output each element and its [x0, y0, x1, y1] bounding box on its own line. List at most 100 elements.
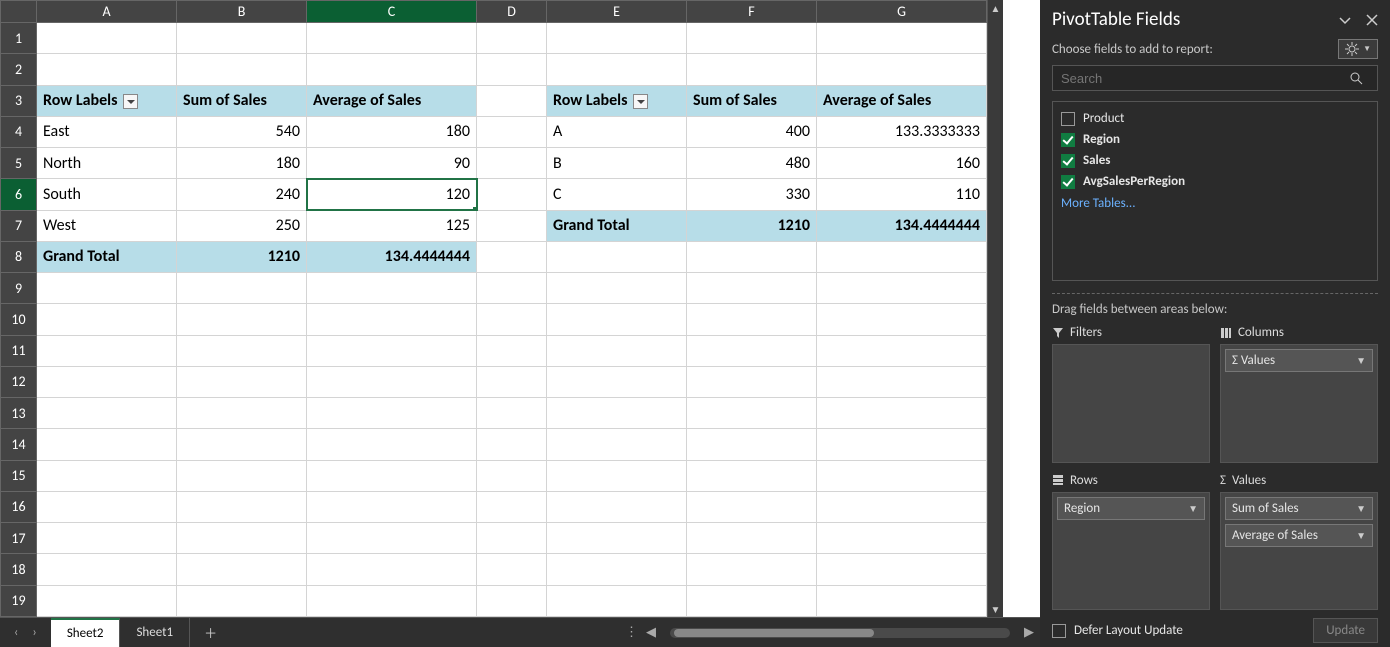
cell-B16[interactable]	[177, 491, 307, 522]
cell-F18[interactable]	[687, 554, 817, 585]
cell-F15[interactable]	[687, 460, 817, 491]
cell-G12[interactable]	[817, 366, 987, 397]
cell-E19[interactable]	[547, 585, 687, 617]
cell-A1[interactable]	[37, 23, 177, 54]
row-header-11[interactable]: 11	[1, 335, 37, 366]
scroll-up-icon[interactable]: ▲	[988, 0, 1003, 16]
cell-D1[interactable]	[477, 23, 547, 54]
cell-E1[interactable]	[547, 23, 687, 54]
cell-D14[interactable]	[477, 429, 547, 460]
cell-A2[interactable]	[37, 54, 177, 85]
cell-D13[interactable]	[477, 398, 547, 429]
cell-F4[interactable]: 400	[687, 116, 817, 147]
select-all-corner[interactable]	[1, 1, 37, 23]
cell-E10[interactable]	[547, 304, 687, 335]
cell-G13[interactable]	[817, 398, 987, 429]
cell-A10[interactable]	[37, 304, 177, 335]
cell-B19[interactable]	[177, 585, 307, 617]
cell-F13[interactable]	[687, 398, 817, 429]
cell-B3[interactable]: Sum of Sales	[177, 85, 307, 116]
cell-G19[interactable]	[817, 585, 987, 617]
cell-G6[interactable]: 110	[817, 179, 987, 210]
area-rows-box[interactable]: Region▼	[1052, 492, 1210, 611]
cell-A13[interactable]	[37, 398, 177, 429]
cell-A11[interactable]	[37, 335, 177, 366]
cell-F12[interactable]	[687, 366, 817, 397]
cell-G14[interactable]	[817, 429, 987, 460]
cell-D19[interactable]	[477, 585, 547, 617]
cell-D17[interactable]	[477, 523, 547, 554]
cell-G3[interactable]: Average of Sales	[817, 85, 987, 116]
cell-A19[interactable]	[37, 585, 177, 617]
cell-B5[interactable]: 180	[177, 148, 307, 179]
cell-B12[interactable]	[177, 366, 307, 397]
cell-E6[interactable]: C	[547, 179, 687, 210]
cell-A17[interactable]	[37, 523, 177, 554]
cell-B17[interactable]	[177, 523, 307, 554]
scroll-down-icon[interactable]: ▼	[988, 601, 1003, 617]
cell-D15[interactable]	[477, 460, 547, 491]
row-header-6[interactable]: 6	[1, 179, 37, 210]
add-sheet-button[interactable]: ＋	[190, 618, 231, 647]
cell-D11[interactable]	[477, 335, 547, 366]
row-header-17[interactable]: 17	[1, 523, 37, 554]
tab-split-handle-icon[interactable]: ⋮	[625, 625, 638, 640]
sheet-tab-active[interactable]: Sheet2	[51, 618, 121, 647]
cell-A9[interactable]	[37, 273, 177, 304]
cell-D7[interactable]	[477, 210, 547, 241]
cell-G18[interactable]	[817, 554, 987, 585]
defer-checkbox[interactable]	[1052, 624, 1066, 638]
cell-C3[interactable]: Average of Sales	[307, 85, 477, 116]
row-header-3[interactable]: 3	[1, 85, 37, 116]
cell-F8[interactable]	[687, 241, 817, 272]
column-header-D[interactable]: D	[477, 1, 547, 23]
cell-B4[interactable]: 540	[177, 116, 307, 147]
cell-D4[interactable]	[477, 116, 547, 147]
cell-C13[interactable]	[307, 398, 477, 429]
area-item-sum-of-sales[interactable]: Sum of Sales▼	[1225, 497, 1373, 520]
cell-E14[interactable]	[547, 429, 687, 460]
row-header-14[interactable]: 14	[1, 429, 37, 460]
cell-F7[interactable]: 1210	[687, 210, 817, 241]
field-checkbox-product[interactable]	[1061, 112, 1075, 126]
column-header-B[interactable]: B	[177, 1, 307, 23]
field-item-product[interactable]: Product	[1061, 108, 1369, 129]
cell-G10[interactable]	[817, 304, 987, 335]
chevron-down-icon[interactable]: ▼	[1356, 529, 1366, 542]
cell-A12[interactable]	[37, 366, 177, 397]
cell-G2[interactable]	[817, 54, 987, 85]
cell-G1[interactable]	[817, 23, 987, 54]
area-filters-box[interactable]	[1052, 344, 1210, 463]
cell-C17[interactable]	[307, 523, 477, 554]
panel-options-button[interactable]: ▼	[1338, 39, 1378, 59]
cell-A7[interactable]: West	[37, 210, 177, 241]
cell-F1[interactable]	[687, 23, 817, 54]
filter-dropdown-icon[interactable]	[633, 94, 648, 109]
cell-C11[interactable]	[307, 335, 477, 366]
cell-A16[interactable]	[37, 491, 177, 522]
cell-D6[interactable]	[477, 179, 547, 210]
cell-A8[interactable]: Grand Total	[37, 241, 177, 272]
cell-E5[interactable]: B	[547, 148, 687, 179]
cell-E17[interactable]	[547, 523, 687, 554]
cell-A5[interactable]: North	[37, 148, 177, 179]
cell-D18[interactable]	[477, 554, 547, 585]
cell-C18[interactable]	[307, 554, 477, 585]
column-header-C[interactable]: C	[307, 1, 477, 23]
cell-G5[interactable]: 160	[817, 148, 987, 179]
cell-F10[interactable]	[687, 304, 817, 335]
cell-C19[interactable]	[307, 585, 477, 617]
search-input[interactable]	[1053, 71, 1349, 86]
sheet-tab-inactive[interactable]: Sheet1	[120, 618, 190, 647]
cell-D8[interactable]	[477, 241, 547, 272]
cell-E3[interactable]: Row Labels	[547, 85, 687, 116]
row-header-13[interactable]: 13	[1, 398, 37, 429]
cell-A15[interactable]	[37, 460, 177, 491]
cell-B9[interactable]	[177, 273, 307, 304]
cell-D16[interactable]	[477, 491, 547, 522]
chevron-down-icon[interactable]	[1338, 13, 1352, 27]
cell-B2[interactable]	[177, 54, 307, 85]
area-item-average-of-sales[interactable]: Average of Sales▼	[1225, 524, 1373, 547]
cell-A14[interactable]	[37, 429, 177, 460]
cell-G15[interactable]	[817, 460, 987, 491]
